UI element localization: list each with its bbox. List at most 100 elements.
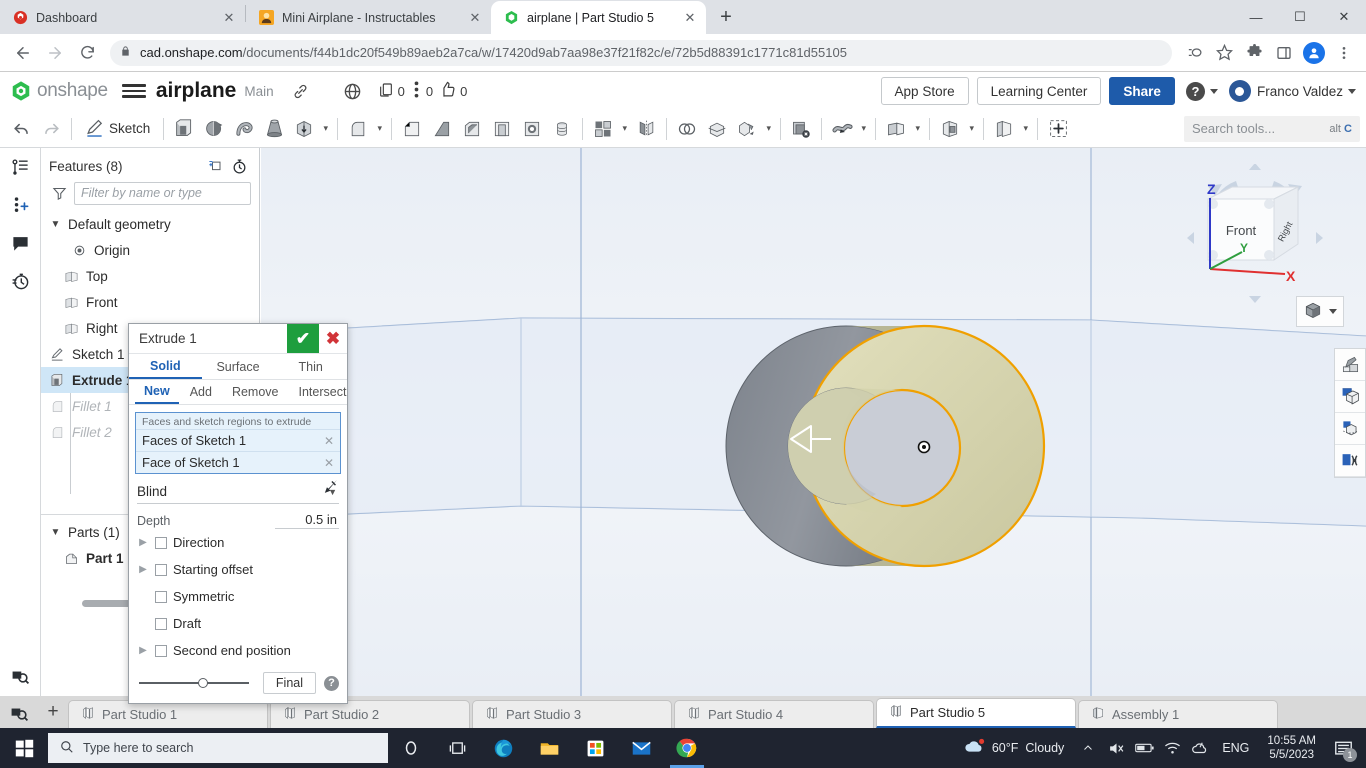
- chevron-right-icon[interactable]: ▶: [137, 564, 149, 575]
- assembly-icon[interactable]: [989, 113, 1019, 145]
- search-tools-input[interactable]: Search tools... alt C: [1184, 116, 1360, 142]
- sheet-tab-part-studio-3[interactable]: Part Studio 3: [472, 700, 672, 728]
- profile-avatar[interactable]: [1300, 39, 1328, 67]
- chevron-down-icon[interactable]: [1210, 89, 1218, 94]
- sheet-tab-assembly-1[interactable]: Assembly 1: [1078, 700, 1278, 728]
- volume-muted-icon[interactable]: [1102, 728, 1130, 768]
- tree-node-top-plane[interactable]: Top: [41, 263, 259, 289]
- transform-icon[interactable]: [732, 113, 762, 145]
- add-custom-feature-icon[interactable]: [1043, 113, 1073, 145]
- tab-remove[interactable]: Remove: [223, 380, 288, 404]
- pattern-icon[interactable]: [588, 113, 618, 145]
- add-element-button[interactable]: +: [38, 696, 68, 728]
- versions-count[interactable]: 0: [411, 81, 433, 101]
- sheet-tab-part-studio-1[interactable]: Part Studio 1: [68, 700, 268, 728]
- option-second-end-position[interactable]: ▶ Second end position: [129, 637, 347, 664]
- tab-solid[interactable]: Solid: [129, 354, 202, 379]
- redo-icon[interactable]: [36, 113, 66, 145]
- option-direction[interactable]: ▶ Direction: [129, 529, 347, 556]
- chevron-down-icon[interactable]: ▾: [618, 123, 631, 134]
- search-elements-icon[interactable]: [0, 696, 38, 728]
- avatar[interactable]: [1229, 80, 1251, 102]
- filter-funnel-icon[interactable]: [51, 186, 68, 201]
- feature-filter-input[interactable]: Filter by name or type: [74, 182, 251, 205]
- draft-checkbox[interactable]: [155, 618, 167, 630]
- clock[interactable]: 10:55 AM 5/5/2023: [1257, 734, 1326, 762]
- loft-icon[interactable]: [259, 113, 289, 145]
- main-menu-icon[interactable]: [122, 84, 146, 98]
- end-condition-dropdown[interactable]: Blind ▼: [137, 480, 339, 504]
- chevron-down-icon[interactable]: ▾: [1019, 123, 1032, 134]
- comment-icon[interactable]: [0, 224, 41, 262]
- insert-version-icon[interactable]: [0, 186, 41, 224]
- sheet-tab-part-studio-5[interactable]: Part Studio 5: [876, 698, 1076, 728]
- draft-icon[interactable]: [427, 113, 457, 145]
- derive-icon[interactable]: [935, 113, 965, 145]
- starting-offset-checkbox[interactable]: [155, 564, 167, 576]
- history-icon[interactable]: [0, 262, 41, 300]
- extrude-dialog[interactable]: Extrude 1 ✔ ✖ Solid Surface Thin New Add…: [128, 323, 348, 704]
- boolean-icon[interactable]: [672, 113, 702, 145]
- user-name[interactable]: Franco Valdez: [1257, 84, 1343, 99]
- surface-icon[interactable]: [827, 113, 857, 145]
- tree-node-front-plane[interactable]: Front: [41, 289, 259, 315]
- help-icon[interactable]: ?: [1186, 82, 1205, 101]
- help-icon[interactable]: ?: [324, 676, 339, 691]
- chevron-down-icon[interactable]: ▾: [762, 123, 775, 134]
- hole-icon[interactable]: [517, 113, 547, 145]
- app-store-button[interactable]: App Store: [881, 77, 969, 105]
- start-button[interactable]: [0, 728, 48, 768]
- zoom-to-fit-icon[interactable]: [0, 656, 41, 694]
- remove-selection-icon[interactable]: ✕: [324, 434, 334, 448]
- wifi-icon[interactable]: [1158, 728, 1186, 768]
- document-title[interactable]: airplane: [156, 79, 237, 103]
- chevron-down-icon[interactable]: ▼: [49, 219, 62, 230]
- weather-widget[interactable]: 60°F Cloudy: [953, 738, 1074, 758]
- thread-icon[interactable]: [547, 113, 577, 145]
- task-view-icon[interactable]: [434, 728, 480, 768]
- tree-node-origin[interactable]: Origin: [41, 237, 259, 263]
- notification-center-icon[interactable]: 1: [1326, 728, 1360, 768]
- battery-icon[interactable]: [1130, 728, 1158, 768]
- chrome-icon[interactable]: [664, 728, 710, 768]
- extensions-icon[interactable]: [1240, 39, 1268, 67]
- selection-entry[interactable]: Faces of Sketch 1 ✕: [136, 429, 340, 451]
- chevron-down-icon[interactable]: ▾: [911, 123, 924, 134]
- tab-surface[interactable]: Surface: [202, 354, 275, 379]
- sheet-tab-part-studio-4[interactable]: Part Studio 4: [674, 700, 874, 728]
- address-bar[interactable]: cad.onshape.com/documents/f44b1dc20f549b…: [110, 40, 1172, 66]
- second-end-position-checkbox[interactable]: [155, 645, 167, 657]
- chevron-right-icon[interactable]: ▶: [137, 537, 149, 548]
- copies-count[interactable]: 0: [378, 82, 405, 101]
- tab-thin[interactable]: Thin: [274, 354, 347, 379]
- feature-list-icon[interactable]: [0, 148, 41, 186]
- option-starting-offset[interactable]: ▶ Starting offset: [129, 556, 347, 583]
- sketch-button[interactable]: Sketch: [77, 113, 158, 145]
- option-symmetric[interactable]: ▶ Symmetric: [129, 583, 347, 610]
- sheet-tab-part-studio-2[interactable]: Part Studio 2: [270, 700, 470, 728]
- rib-icon[interactable]: [487, 113, 517, 145]
- mirror-icon[interactable]: [631, 113, 661, 145]
- chevron-down-icon[interactable]: ▾: [319, 123, 332, 134]
- chamfer-icon[interactable]: [397, 113, 427, 145]
- learning-center-button[interactable]: Learning Center: [977, 77, 1102, 105]
- edge-icon[interactable]: [480, 728, 526, 768]
- share-button[interactable]: Share: [1109, 77, 1175, 105]
- delete-face-icon[interactable]: [786, 113, 816, 145]
- likes-count[interactable]: 0: [439, 81, 467, 101]
- close-icon[interactable]: ✕: [221, 10, 237, 26]
- sidepanel-icon[interactable]: [1270, 39, 1298, 67]
- final-preview-button[interactable]: Final: [263, 672, 316, 694]
- chevron-down-icon[interactable]: ▾: [373, 123, 386, 134]
- mail-icon[interactable]: [618, 728, 664, 768]
- chevron-down-icon[interactable]: ▾: [857, 123, 870, 134]
- revolve-icon[interactable]: [199, 113, 229, 145]
- maximize-window-button[interactable]: ☐: [1278, 0, 1322, 34]
- browser-tab-airplane-part-studio-5[interactable]: airplane | Part Studio 5 ✕: [491, 1, 706, 34]
- appearance-icon[interactable]: [1335, 349, 1365, 381]
- undo-icon[interactable]: [6, 113, 36, 145]
- tab-new[interactable]: New: [135, 380, 179, 404]
- extrude-icon[interactable]: [169, 113, 199, 145]
- view-cube[interactable]: Front Right Z X Y: [1180, 164, 1330, 314]
- remove-selection-icon[interactable]: ✕: [324, 456, 334, 470]
